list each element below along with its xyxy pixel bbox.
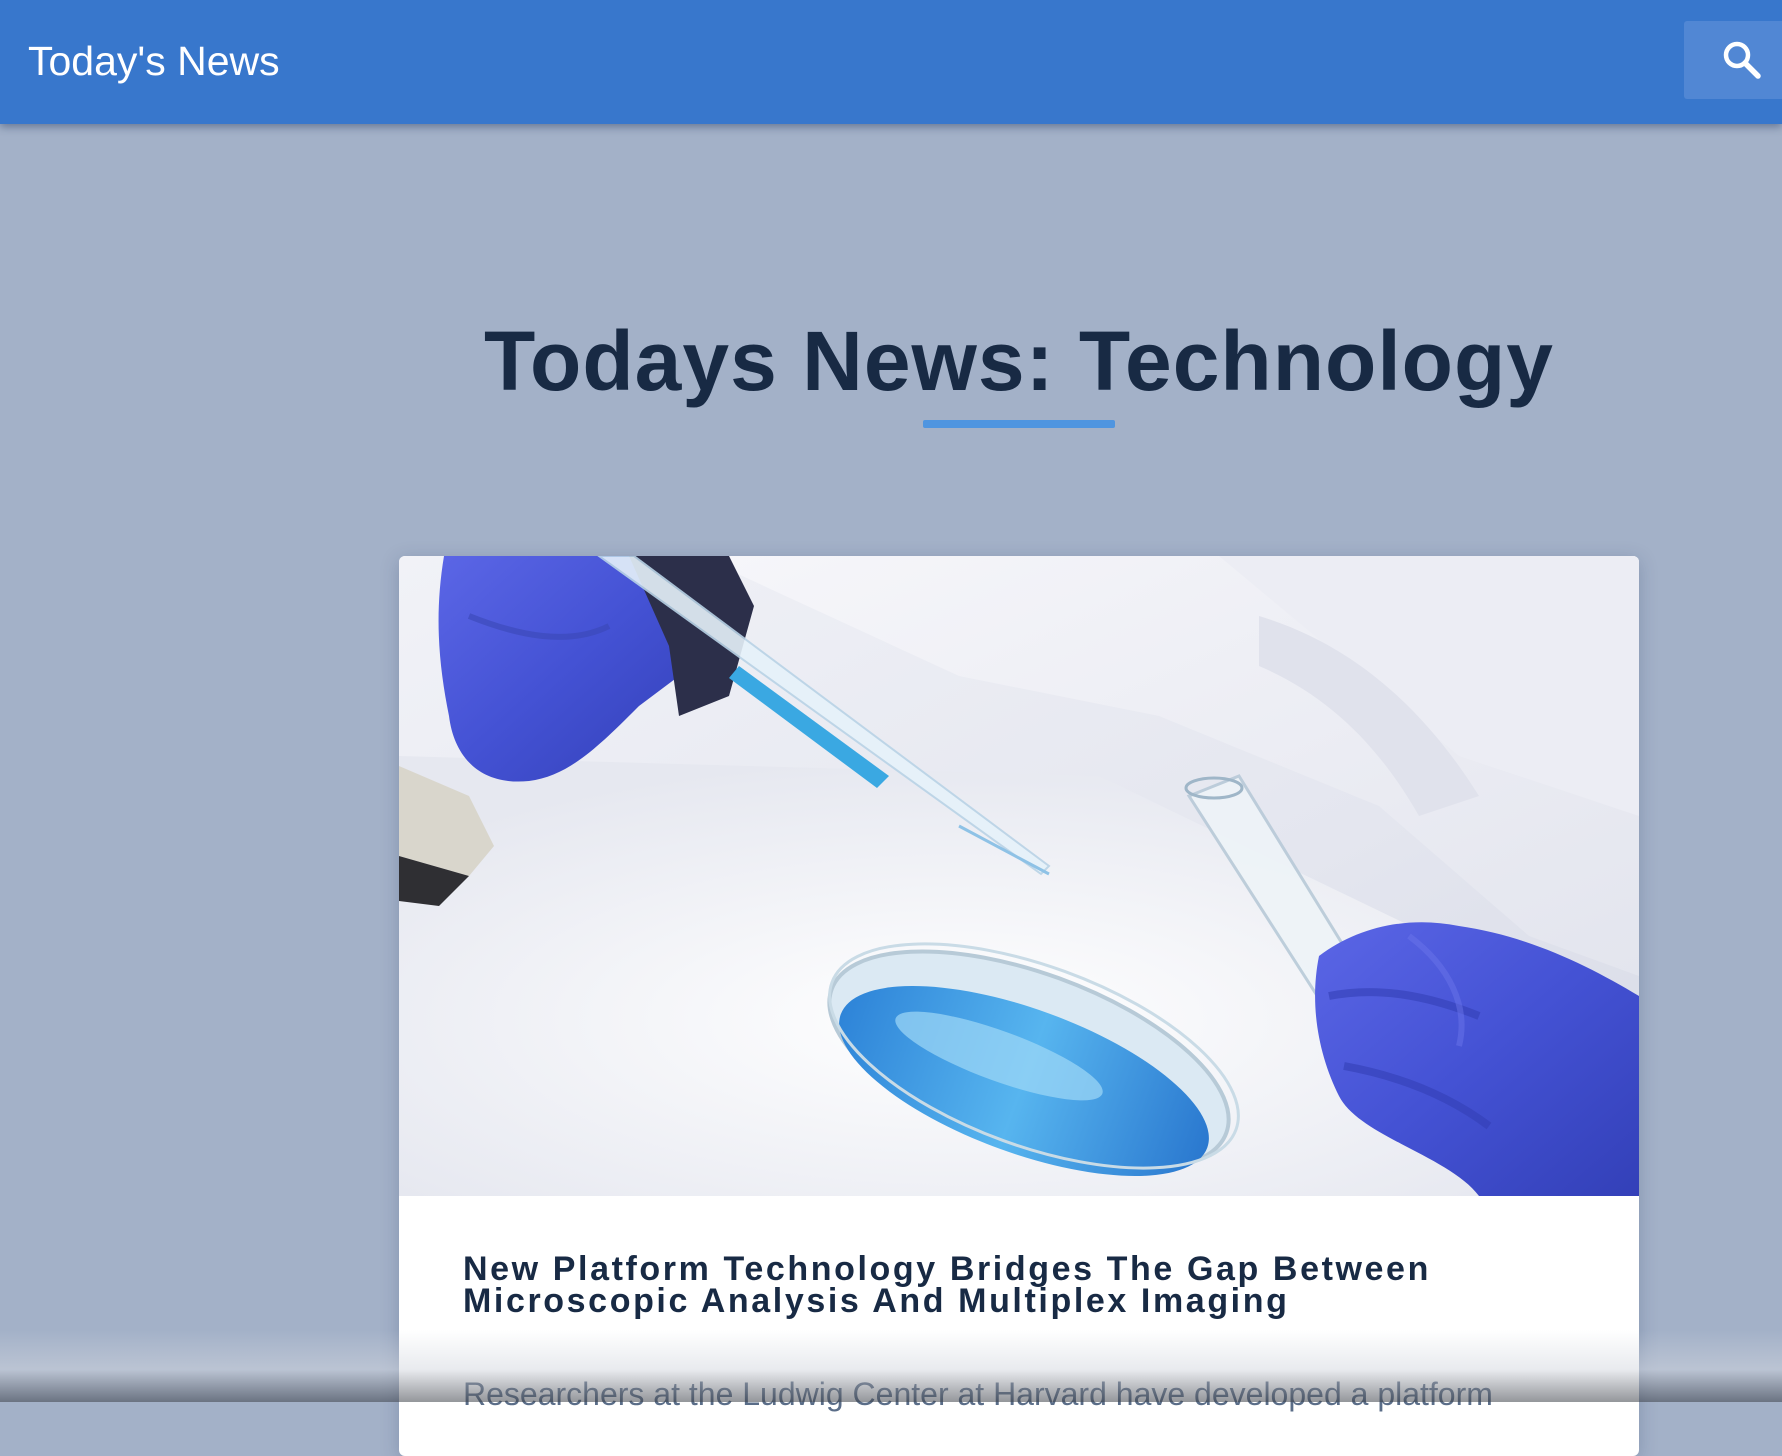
search-button[interactable] [1684, 21, 1782, 99]
top-navigation-bar: Today's News [0, 0, 1782, 124]
article-card[interactable]: New Platform Technology Bridges The Gap … [399, 556, 1639, 1456]
site-brand[interactable]: Today's News [28, 36, 280, 86]
article-excerpt: Researchers at the Ludwig Center at Harv… [463, 1376, 1493, 1412]
page-title: Todays News: Technology [483, 314, 1555, 408]
search-icon [1723, 41, 1761, 79]
title-underline [923, 420, 1115, 428]
article-headline[interactable]: New Platform Technology Bridges The Gap … [463, 1252, 1563, 1318]
article-image[interactable] [399, 556, 1639, 1196]
